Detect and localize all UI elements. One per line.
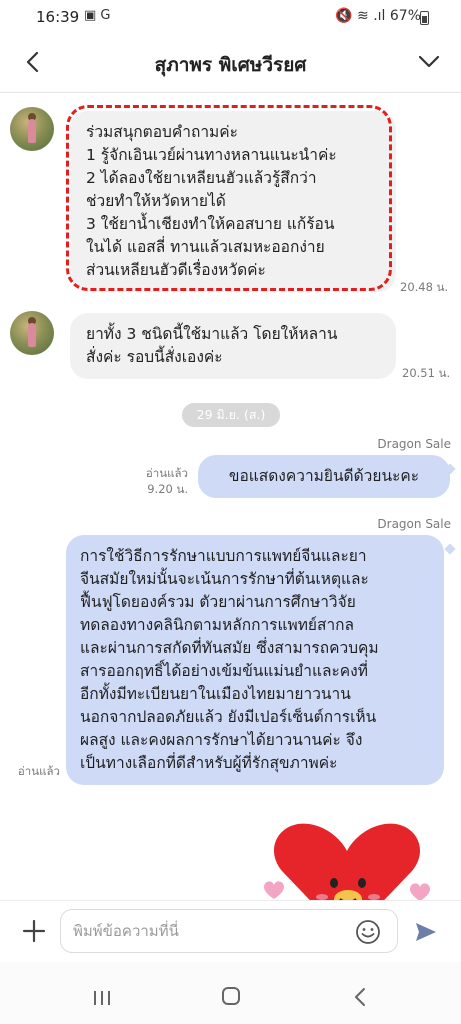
chevron-down-icon[interactable] xyxy=(417,52,441,72)
highlight-annotation xyxy=(66,105,392,291)
message-input-bar xyxy=(0,900,461,963)
bubble-tail xyxy=(444,543,456,555)
smiley-icon[interactable] xyxy=(355,919,381,945)
message-line: ผลสูง และคงผลการรักษาได้ยาวนานค่ะ จึง xyxy=(80,731,363,749)
status-bar: 16:39 ▣ G 🔇 ≋ .ıl 67% xyxy=(0,0,461,34)
message-input[interactable] xyxy=(60,909,398,953)
message-line: ขอแสดงความยินดีด้วยนะคะ xyxy=(228,467,420,485)
message-line: สารออกฤทธิ์ได้อย่างเข้มข้นแม่นยำและคงที่ xyxy=(80,662,368,680)
chat-messages[interactable]: ร่วมสนุกตอบคำถามค่ะ 1 รู้จักเอินเวย์ผ่าน… xyxy=(0,93,461,900)
send-icon[interactable] xyxy=(414,921,438,943)
small-heart-icon xyxy=(264,881,284,899)
outgoing-message[interactable]: การใช้วิธีการรักษาแบบการแพทย์จีนและยา จี… xyxy=(66,535,444,785)
incoming-message[interactable]: ยาทั้ง 3 ชนิดนี้ใช้มาแล้ว โดยให้หลาน สั่… xyxy=(70,313,396,379)
outgoing-message[interactable]: ขอแสดงความยินดีด้วยนะคะ xyxy=(198,455,450,498)
message-line: ทดลองทางคลินิกตามหลักการแพทย์สากล xyxy=(80,616,355,634)
heart-character-icon xyxy=(273,823,421,900)
message-line: จีนสมัยใหม่นั้นจะเน้นการรักษาที่ต้นเหตุแ… xyxy=(80,570,369,588)
battery-icon xyxy=(420,11,429,25)
message-line: ฟื้นฟูโดยองค์รวม ตัวยาผ่านการศึกษาวิจัย xyxy=(80,593,356,611)
status-notification-icons: ▣ G xyxy=(84,8,111,23)
read-label: อ่านแล้ว xyxy=(17,764,60,778)
nav-back-icon[interactable] xyxy=(352,987,368,1007)
status-time: 16:39 xyxy=(36,8,80,26)
message-line: อีกทั้งมีทะเบียนยาในเมืองไทยมายาวนาน xyxy=(80,685,351,703)
message-line: นอกจากปลอดภัยแล้ว ยังมีเปอร์เซ็นต์การเห็… xyxy=(80,708,377,726)
avatar[interactable] xyxy=(10,107,54,151)
date-separator: 29 มิ.ย. (ส.) xyxy=(182,403,280,427)
message-time: 20.51 น. xyxy=(402,366,451,380)
message-line: การใช้วิธีการรักษาแบบการแพทย์จีนและยา xyxy=(80,547,367,565)
sender-name: Dragon Sale xyxy=(377,437,451,451)
avatar[interactable] xyxy=(10,311,54,355)
message-line: ยาทั้ง 3 ชนิดนี้ใช้มาแล้ว โดยให้หลาน xyxy=(86,325,338,343)
heart-sticker-image[interactable] xyxy=(262,819,432,900)
read-receipt: อ่านแล้ว 9.20 น. xyxy=(130,465,188,497)
small-heart-icon xyxy=(410,883,430,900)
message-line: สั่งค่ะ รอบนี้สั่งเองค่ะ xyxy=(86,348,223,366)
system-nav-bar xyxy=(0,962,461,1024)
status-right-indicators: 🔇 ≋ .ıl 67% xyxy=(335,8,421,24)
message-line: เป็นทางเลือกที่ดีสำหรับผู้ที่รักสุขภาพค่… xyxy=(80,754,338,772)
home-icon[interactable] xyxy=(222,987,240,1005)
sender-name: Dragon Sale xyxy=(377,517,451,531)
recent-apps-icon[interactable] xyxy=(92,990,112,1006)
read-label: อ่านแล้ว xyxy=(145,466,188,480)
message-time: 9.20 น. xyxy=(147,482,188,496)
chat-title: สุภาพร พิเศษวีรยศ xyxy=(154,54,307,76)
plus-icon[interactable] xyxy=(22,919,46,943)
message-line: และผ่านการสกัดที่ทันสมัย ซึ่งสามารถควบคุ… xyxy=(80,639,379,657)
message-time: 20.48 น. xyxy=(400,280,449,294)
chat-header: สุภาพร พิเศษวีรยศ xyxy=(0,34,461,93)
